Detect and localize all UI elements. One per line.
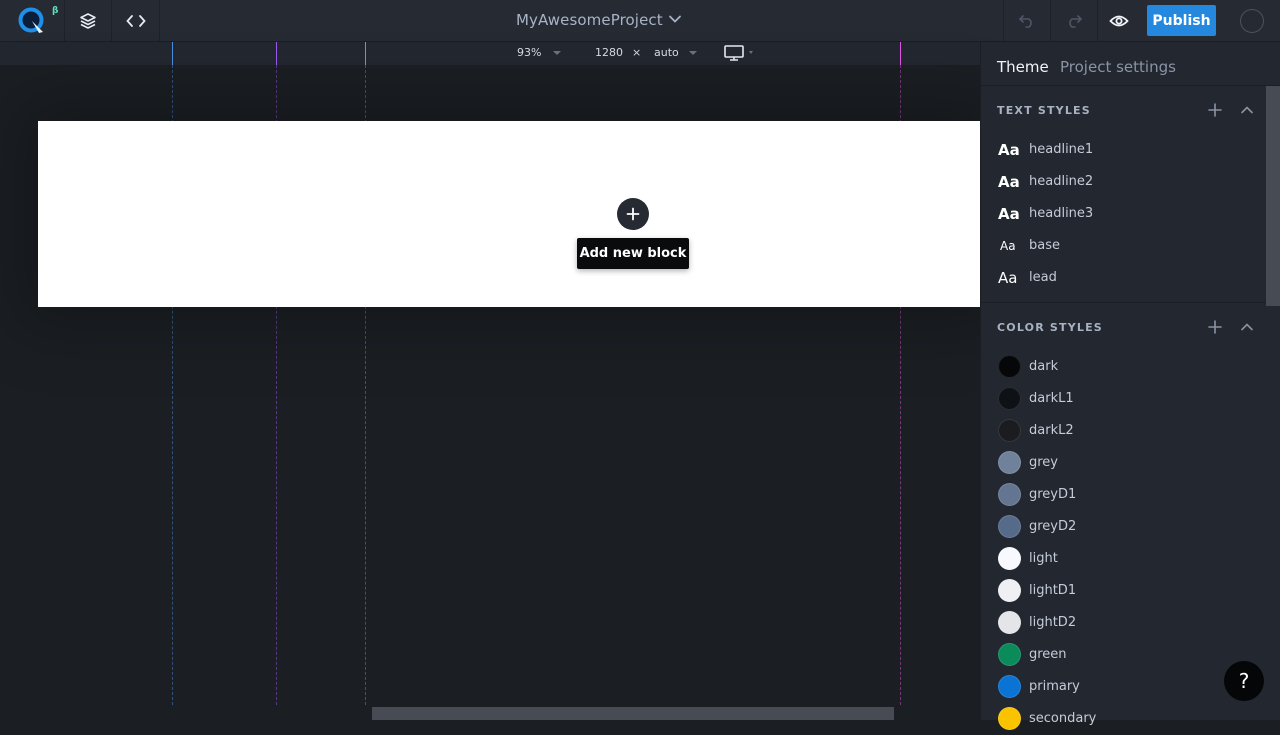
color-style-item[interactable]: greyD1 xyxy=(981,479,1267,511)
text-style-label: base xyxy=(1029,238,1060,253)
viewport-width[interactable]: 1280 xyxy=(595,46,623,59)
color-style-item[interactable]: dark xyxy=(981,351,1267,383)
text-style-item[interactable]: Aa headline1 xyxy=(981,134,1267,166)
color-style-label: darkL2 xyxy=(1029,423,1074,438)
viewport-height[interactable]: auto xyxy=(654,46,679,59)
eye-icon xyxy=(1109,15,1129,26)
color-style-item[interactable]: grey xyxy=(981,447,1267,479)
device-selector[interactable] xyxy=(724,45,760,61)
text-style-preview-icon: Aa xyxy=(998,205,1020,223)
sidebar-tabs: Theme Project settings xyxy=(981,42,1280,86)
zoom-level[interactable]: 93% xyxy=(517,46,541,59)
color-style-item[interactable]: darkL2 xyxy=(981,415,1267,447)
breakpoint-marker[interactable] xyxy=(365,42,366,65)
layers-button[interactable] xyxy=(65,0,112,41)
color-swatch xyxy=(998,547,1021,570)
color-style-label: grey xyxy=(1029,455,1059,470)
section-divider xyxy=(981,302,1267,303)
color-swatch xyxy=(998,515,1021,538)
undo-icon xyxy=(1018,14,1032,28)
zoom-caret-icon[interactable] xyxy=(553,51,561,55)
color-style-item[interactable]: greyD2 xyxy=(981,511,1267,543)
text-style-label: headline3 xyxy=(1029,206,1094,221)
color-swatch xyxy=(998,707,1021,730)
chevron-up-icon[interactable] xyxy=(1239,319,1255,335)
color-style-label: lightD2 xyxy=(1029,615,1077,630)
add-block-tooltip: Add new block xyxy=(577,238,689,269)
color-style-item[interactable]: lightD2 xyxy=(981,607,1267,639)
breakpoint-marker[interactable] xyxy=(276,42,277,65)
code-button[interactable] xyxy=(112,0,160,41)
color-style-label: primary xyxy=(1029,679,1080,694)
text-style-preview-icon: Aa xyxy=(998,141,1020,159)
color-swatch xyxy=(998,451,1021,474)
top-bar: β MyAwesomeProject Publish xyxy=(0,0,1280,42)
dimension-separator: × xyxy=(632,46,642,59)
text-style-item[interactable]: Aa base xyxy=(981,230,1267,262)
app-logo[interactable]: β xyxy=(0,0,65,41)
help-button[interactable]: ? xyxy=(1224,661,1264,701)
color-swatch xyxy=(998,611,1021,634)
preview-button[interactable] xyxy=(1098,0,1140,41)
color-swatch xyxy=(998,675,1021,698)
viewport-toolbar xyxy=(0,42,980,65)
color-style-label: greyD2 xyxy=(1029,519,1077,534)
color-swatch xyxy=(998,387,1021,410)
code-icon xyxy=(125,14,146,27)
text-style-label: headline1 xyxy=(1029,142,1094,157)
logo-icon xyxy=(18,7,44,33)
color-style-label: dark xyxy=(1029,359,1059,374)
beta-badge: β xyxy=(52,6,59,16)
text-style-preview-icon: Aa xyxy=(998,269,1018,287)
add-color-style-icon[interactable] xyxy=(1207,319,1223,335)
text-styles-title: TEXT STYLES xyxy=(997,104,1091,117)
height-caret-icon[interactable] xyxy=(689,51,697,55)
plus-icon xyxy=(626,207,640,221)
text-style-item[interactable]: Aa lead xyxy=(981,262,1267,294)
theme-sidebar: Theme Project settings TEXT STYLES Aa he… xyxy=(980,42,1280,730)
color-style-label: secondary xyxy=(1029,711,1097,726)
project-name[interactable]: MyAwesomeProject xyxy=(516,11,663,29)
add-block-button[interactable] xyxy=(617,198,649,230)
text-style-item[interactable]: Aa headline3 xyxy=(981,198,1267,230)
color-styles-title: COLOR STYLES xyxy=(997,321,1103,334)
add-text-style-icon[interactable] xyxy=(1207,102,1223,118)
publish-button[interactable]: Publish xyxy=(1147,5,1216,36)
color-style-label: green xyxy=(1029,647,1067,662)
color-style-item[interactable]: green xyxy=(981,639,1267,671)
desktop-icon xyxy=(724,45,753,61)
color-style-label: lightD1 xyxy=(1029,583,1077,598)
color-swatch xyxy=(998,483,1021,506)
text-style-item[interactable]: Aa headline2 xyxy=(981,166,1267,198)
color-style-item[interactable]: light xyxy=(981,543,1267,575)
color-swatch xyxy=(998,355,1021,378)
horizontal-scrollbar[interactable] xyxy=(372,707,894,720)
tab-theme[interactable]: Theme xyxy=(997,58,1049,76)
color-swatch xyxy=(998,419,1021,442)
color-style-label: greyD1 xyxy=(1029,487,1077,502)
color-style-item[interactable]: secondary xyxy=(981,703,1267,735)
undo-button[interactable] xyxy=(1003,0,1051,41)
color-style-item[interactable]: darkL1 xyxy=(981,383,1267,415)
user-avatar[interactable] xyxy=(1240,9,1264,33)
breakpoint-marker[interactable] xyxy=(900,42,901,65)
redo-button[interactable] xyxy=(1051,0,1098,41)
chevron-down-icon[interactable] xyxy=(668,14,682,24)
color-style-label: light xyxy=(1029,551,1058,566)
layers-icon xyxy=(80,12,96,29)
page-block[interactable] xyxy=(38,121,980,307)
tab-project-settings[interactable]: Project settings xyxy=(1060,58,1176,76)
text-style-preview-icon: Aa xyxy=(1000,239,1016,253)
text-style-label: lead xyxy=(1029,270,1057,285)
redo-icon xyxy=(1069,14,1083,28)
color-swatch xyxy=(998,579,1021,602)
color-style-item[interactable]: lightD1 xyxy=(981,575,1267,607)
text-style-preview-icon: Aa xyxy=(998,173,1020,191)
color-swatch xyxy=(998,643,1021,666)
sidebar-scrollbar[interactable] xyxy=(1266,86,1280,306)
breakpoint-marker[interactable] xyxy=(172,42,173,65)
chevron-up-icon[interactable] xyxy=(1239,102,1255,118)
text-style-label: headline2 xyxy=(1029,174,1094,189)
color-style-label: darkL1 xyxy=(1029,391,1074,406)
